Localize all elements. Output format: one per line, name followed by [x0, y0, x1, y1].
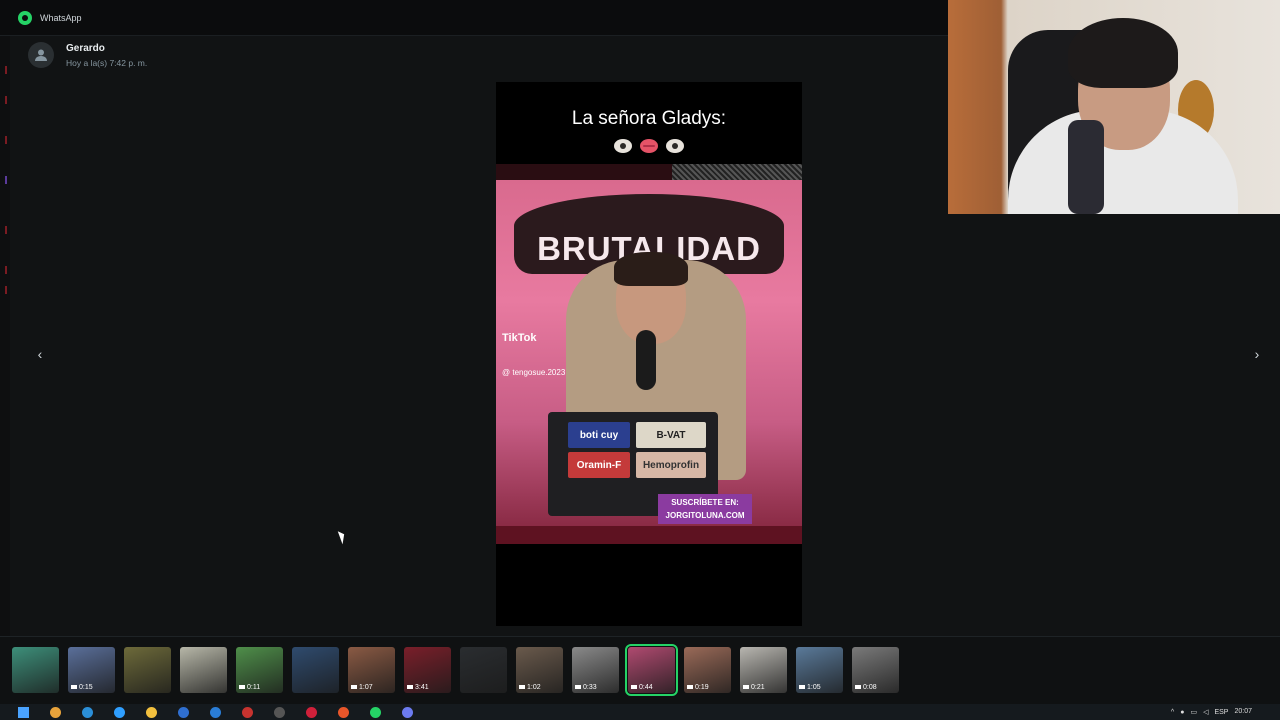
sent-time: Hoy a la(s) 7:42 p. m. — [66, 57, 148, 68]
media-thumbnail-strip: 0:15 0:11 1:07 3:41 1:02 0:33 0:44 0:19 0:21 1:05… — [0, 636, 1280, 705]
media-thumbnail[interactable] — [292, 647, 339, 693]
media-thumbnail[interactable]: 0:33 — [572, 647, 619, 693]
video-duration: 0:11 — [239, 684, 260, 691]
video-duration: 0:19 — [687, 684, 709, 691]
video-duration: 0:33 — [575, 684, 597, 691]
sponsor-sticker: boti cuy — [568, 422, 630, 448]
mouse-cursor — [337, 529, 348, 545]
opera-icon[interactable] — [306, 706, 317, 718]
video-duration: 3:41 — [407, 684, 429, 691]
subscribe-banner: SUSCRÍBETE EN: JORGITOLUNA.COM — [658, 494, 752, 524]
media-thumbnail[interactable]: 0:21 — [740, 647, 787, 693]
media-thumbnail[interactable] — [460, 647, 507, 693]
media-thumbnail[interactable]: 1:07 — [348, 647, 395, 693]
avatar[interactable] — [28, 42, 54, 68]
clip-bottom-strip — [496, 526, 802, 544]
media-thumbnail[interactable] — [124, 647, 171, 693]
next-media-button[interactable]: › — [1247, 344, 1267, 364]
sponsor-sticker: B-VAT — [636, 422, 706, 448]
media-thumbnail[interactable]: 0:19 — [684, 647, 731, 693]
discord-icon[interactable] — [402, 706, 413, 718]
chevron-up-icon[interactable]: ^ — [1171, 709, 1174, 716]
system-tray: ^ ● ▭ ◁ ESP 20:07 — [1171, 704, 1280, 720]
file-explorer-icon[interactable] — [146, 706, 157, 718]
tiktok-watermark: TikTok — [502, 332, 537, 344]
video-duration: 0:08 — [855, 684, 877, 691]
media-sender-info: Gerardo Hoy a la(s) 7:42 p. m. — [28, 42, 147, 68]
media-thumbnail[interactable]: 0:44 — [625, 644, 678, 696]
language-indicator[interactable]: ESP — [1214, 709, 1228, 716]
media-thumbnail[interactable]: 3:41 — [404, 647, 451, 693]
clock[interactable]: 20:07 — [1234, 708, 1252, 716]
media-thumbnail[interactable]: 1:02 — [516, 647, 563, 693]
sponsor-sticker: Oramin-F — [568, 452, 630, 478]
media-thumbnail[interactable]: 0:08 — [852, 647, 899, 693]
sender-name: Gerardo — [66, 42, 105, 54]
photoshop-icon[interactable] — [114, 706, 125, 718]
volume-icon[interactable]: ◁ — [1203, 708, 1208, 716]
video-duration: 1:02 — [519, 684, 541, 691]
tiktok-username: @ tengosue.2023 — [502, 368, 566, 377]
webcam-overlay — [948, 0, 1280, 214]
chevron-left-icon: ‹ — [37, 346, 43, 362]
microphone — [636, 330, 656, 390]
windows-start-icon[interactable] — [18, 706, 29, 718]
eye-emoji-icon — [614, 139, 632, 153]
sponsor-sticker: Hemoprofin — [636, 452, 706, 478]
title-bar: WhatsApp — [0, 0, 948, 36]
windows-taskbar: ^ ● ▭ ◁ ESP 20:07 — [0, 704, 1280, 720]
media-thumbnail[interactable]: 0:11 — [236, 647, 283, 693]
caption-emojis — [496, 139, 802, 153]
microphone-icon[interactable]: ● — [1180, 709, 1184, 716]
background-window-edge — [0, 36, 10, 636]
video-duration: 0:44 — [631, 684, 653, 691]
media-thumbnail[interactable]: 0:15 — [68, 647, 115, 693]
streamer-hair — [1068, 18, 1178, 88]
video-caption: La señora Gladys: — [571, 108, 727, 129]
media-thumbnail[interactable] — [12, 647, 59, 693]
edge-icon[interactable] — [82, 706, 93, 718]
media-thumbnail[interactable]: 1:05 — [796, 647, 843, 693]
video-player[interactable]: La señora Gladys: BRUTALIDAD PO CA boti … — [496, 82, 802, 626]
video-duration: 0:21 — [743, 684, 765, 691]
network-icon[interactable]: ▭ — [1190, 708, 1197, 716]
media-thumbnail[interactable] — [180, 647, 227, 693]
video-frame-content: BRUTALIDAD PO CA boti cuy B-VAT Oramin-F… — [496, 180, 802, 526]
host-hair — [614, 252, 688, 286]
store-icon[interactable] — [178, 706, 189, 718]
person-icon — [35, 49, 47, 61]
whatsapp-logo-icon — [18, 10, 32, 25]
video-duration: 1:05 — [799, 684, 821, 691]
clock-time: 20:07 — [1234, 708, 1252, 715]
video-duration: 0:15 — [71, 684, 93, 691]
chrome-icon[interactable] — [50, 706, 61, 718]
video-duration: 1:07 — [351, 684, 373, 691]
eye-emoji-icon — [666, 139, 684, 153]
lips-emoji-icon — [640, 139, 658, 153]
brave-icon[interactable] — [338, 706, 349, 718]
whatsapp-icon[interactable] — [370, 706, 381, 718]
red-app-icon[interactable] — [242, 706, 253, 718]
previous-media-button[interactable]: ‹ — [30, 344, 50, 364]
mail-icon[interactable] — [210, 706, 221, 718]
app-title: WhatsApp — [40, 12, 82, 23]
chevron-right-icon: › — [1254, 346, 1260, 362]
streamer-microphone — [1068, 120, 1104, 214]
obs-icon[interactable] — [274, 706, 285, 718]
clip-top-strip — [496, 164, 802, 180]
